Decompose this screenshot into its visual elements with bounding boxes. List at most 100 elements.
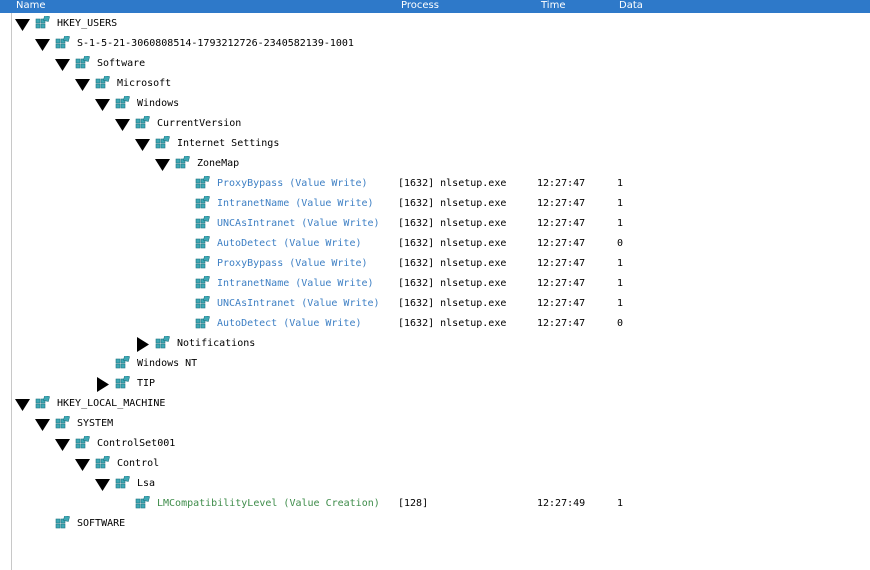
value-name: AutoDetect (Value Write) xyxy=(217,318,362,329)
expanded-arrow-icon[interactable] xyxy=(95,477,111,493)
expanded-arrow-icon[interactable] xyxy=(115,117,131,133)
tree-value-row[interactable]: UNCAsIntranet (Value Write) [1632] nlsetu… xyxy=(0,214,870,234)
registry-key-icon xyxy=(175,156,190,171)
tree-key-row[interactable]: SYSTEM xyxy=(0,414,870,434)
data-cell: 1 xyxy=(617,498,624,509)
key-name: Internet Settings xyxy=(177,138,280,149)
expanded-arrow-icon[interactable] xyxy=(135,137,151,153)
tree-value-row[interactable]: UNCAsIntranet (Value Write) [1632] nlsetu… xyxy=(0,294,870,314)
registry-key-icon xyxy=(35,16,50,31)
tree-key-row[interactable]: ControlSet001 xyxy=(0,434,870,454)
data-cell: 1 xyxy=(617,198,624,209)
value-name: UNCAsIntranet (Value Write) xyxy=(217,298,380,309)
registry-key-icon xyxy=(155,336,170,351)
registry-value-icon xyxy=(135,496,150,511)
process-cell: [1632] nlsetup.exe xyxy=(398,218,507,229)
time-cell: 12:27:47 xyxy=(537,278,586,289)
tree-value-row[interactable]: AutoDetect (Value Write) [1632] nlsetup.e… xyxy=(0,314,870,334)
time-cell: 12:27:47 xyxy=(537,198,586,209)
registry-key-icon xyxy=(135,116,150,131)
registry-key-icon xyxy=(115,376,130,391)
value-name: ProxyBypass (Value Write) xyxy=(217,258,368,269)
key-name: Control xyxy=(117,458,160,469)
tree-key-row[interactable]: Control xyxy=(0,454,870,474)
expanded-arrow-icon[interactable] xyxy=(15,397,31,413)
data-cell: 1 xyxy=(617,298,624,309)
registry-value-icon xyxy=(195,176,210,191)
tree-key-row[interactable]: TIP xyxy=(0,374,870,394)
time-cell: 12:27:47 xyxy=(537,238,586,249)
value-name: IntranetName (Value Write) xyxy=(217,278,374,289)
tree-value-row[interactable]: ProxyBypass (Value Write) [1632] nlsetup.… xyxy=(0,174,870,194)
registry-key-icon xyxy=(155,136,170,151)
value-name: UNCAsIntranet (Value Write) xyxy=(217,218,380,229)
expanded-arrow-icon[interactable] xyxy=(155,157,171,173)
tree-key-row[interactable]: Software xyxy=(0,54,870,74)
key-name: HKEY_USERS xyxy=(57,18,118,29)
data-cell: 1 xyxy=(617,218,624,229)
tree-key-row[interactable]: ZoneMap xyxy=(0,154,870,174)
column-header-data[interactable]: Data xyxy=(619,0,643,11)
registry-key-icon xyxy=(35,396,50,411)
registry-key-icon xyxy=(75,436,90,451)
time-cell: 12:27:49 xyxy=(537,498,586,509)
tree-key-row[interactable]: Windows NT xyxy=(0,354,870,374)
tree-key-row[interactable]: Notifications xyxy=(0,334,870,354)
key-name: S-1-5-21-3060808514-1793212726-234058213… xyxy=(77,38,354,49)
data-cell: 0 xyxy=(617,318,624,329)
registry-value-icon xyxy=(195,256,210,271)
expanded-arrow-icon[interactable] xyxy=(35,37,51,53)
key-name: TIP xyxy=(137,378,156,389)
expanded-arrow-icon[interactable] xyxy=(55,57,71,73)
expanded-arrow-icon[interactable] xyxy=(35,417,51,433)
column-header-process[interactable]: Process xyxy=(401,0,439,11)
key-name: Microsoft xyxy=(117,78,172,89)
tree-value-row[interactable]: LMCompatibilityLevel (Value Creation) [12… xyxy=(0,494,870,514)
key-name: Notifications xyxy=(177,338,256,349)
column-header-name[interactable]: Name xyxy=(16,0,46,11)
collapsed-arrow-icon[interactable] xyxy=(95,377,111,393)
registry-value-icon xyxy=(195,296,210,311)
tree-key-row[interactable]: SOFTWARE xyxy=(0,514,870,534)
expanded-arrow-icon[interactable] xyxy=(15,17,31,33)
tree-key-row[interactable]: Lsa xyxy=(0,474,870,494)
expanded-arrow-icon[interactable] xyxy=(55,437,71,453)
expanded-arrow-icon[interactable] xyxy=(75,77,91,93)
tree-value-row[interactable]: ProxyBypass (Value Write) [1632] nlsetup.… xyxy=(0,254,870,274)
process-cell: [1632] nlsetup.exe xyxy=(398,318,507,329)
tree-value-row[interactable]: IntranetName (Value Write) [1632] nlsetup… xyxy=(0,194,870,214)
column-header-bar: Name Process Time Data xyxy=(0,0,870,13)
key-name: SOFTWARE xyxy=(77,518,126,529)
process-cell: [1632] nlsetup.exe xyxy=(398,298,507,309)
value-name: IntranetName (Value Write) xyxy=(217,198,374,209)
registry-key-icon xyxy=(115,356,130,371)
key-name: ZoneMap xyxy=(197,158,240,169)
tree-key-row[interactable]: Microsoft xyxy=(0,74,870,94)
process-cell: [1632] nlsetup.exe xyxy=(398,278,507,289)
process-cell: [1632] nlsetup.exe xyxy=(398,258,507,269)
value-name: AutoDetect (Value Write) xyxy=(217,238,362,249)
tree-value-row[interactable]: IntranetName (Value Write) [1632] nlsetup… xyxy=(0,274,870,294)
key-name: Windows NT xyxy=(137,358,198,369)
value-name: ProxyBypass (Value Write) xyxy=(217,178,368,189)
data-cell: 0 xyxy=(617,238,624,249)
tree-key-row[interactable]: Internet Settings xyxy=(0,134,870,154)
tree-key-row[interactable]: Windows xyxy=(0,94,870,114)
key-name: HKEY_LOCAL_MACHINE xyxy=(57,398,166,409)
tree-key-row[interactable]: S-1-5-21-3060808514-1793212726-234058213… xyxy=(0,34,870,54)
key-name: Lsa xyxy=(137,478,156,489)
registry-value-icon xyxy=(195,236,210,251)
tree-key-row[interactable]: HKEY_LOCAL_MACHINE xyxy=(0,394,870,414)
registry-key-icon xyxy=(55,516,70,531)
tree-value-row[interactable]: AutoDetect (Value Write) [1632] nlsetup.e… xyxy=(0,234,870,254)
expanded-arrow-icon[interactable] xyxy=(95,97,111,113)
expanded-arrow-icon[interactable] xyxy=(75,457,91,473)
tree-key-row[interactable]: CurrentVersion xyxy=(0,114,870,134)
registry-key-icon xyxy=(115,476,130,491)
key-name: SYSTEM xyxy=(77,418,114,429)
registry-value-icon xyxy=(195,276,210,291)
column-header-time[interactable]: Time xyxy=(541,0,565,11)
process-cell: [128] xyxy=(398,498,429,509)
tree-key-row[interactable]: HKEY_USERS xyxy=(0,14,870,34)
collapsed-arrow-icon[interactable] xyxy=(135,337,151,353)
